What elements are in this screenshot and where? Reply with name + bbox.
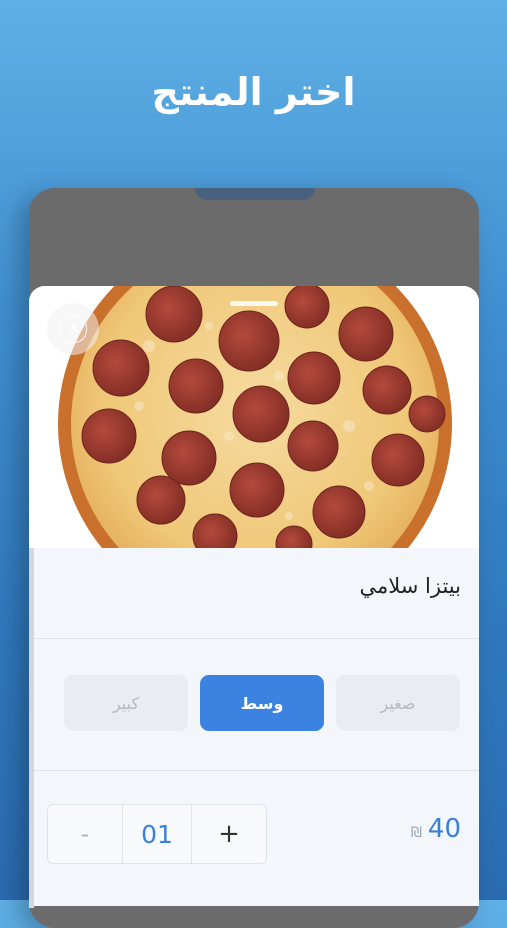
close-icon: ✕ <box>59 315 87 343</box>
phone-notch <box>195 188 315 200</box>
decrease-quantity-button[interactable]: - <box>48 805 123 863</box>
sheet-grabber[interactable] <box>230 301 278 306</box>
price-amount: 40 <box>427 814 461 844</box>
product-name: بيتزا سلامي <box>359 574 462 598</box>
currency-icon: ₪ <box>410 825 422 841</box>
quantity-stepper: - 01 + <box>47 804 267 864</box>
size-small-button[interactable]: صغير <box>336 675 460 731</box>
size-selector: صغير وسط كبير <box>29 638 479 771</box>
close-button[interactable]: ✕ <box>47 303 99 355</box>
product-name-row: بيتزا سلامي <box>29 548 479 639</box>
quantity-price-row: - 01 + ₪ 40 <box>29 770 479 906</box>
product-sheet: ✕ بيتزا سلامي صغير وسط كبير - 01 + ₪ 40 <box>29 286 479 906</box>
price-display: ₪ 40 <box>411 814 461 844</box>
screen-headline: اختر المنتج <box>151 70 356 114</box>
sheet-edge <box>29 548 34 908</box>
increase-quantity-button[interactable]: + <box>192 805 266 863</box>
size-large-button[interactable]: كبير <box>64 675 188 731</box>
quantity-value: 01 <box>123 805 192 863</box>
product-image: ✕ <box>29 286 479 548</box>
size-medium-button[interactable]: وسط <box>200 675 324 731</box>
